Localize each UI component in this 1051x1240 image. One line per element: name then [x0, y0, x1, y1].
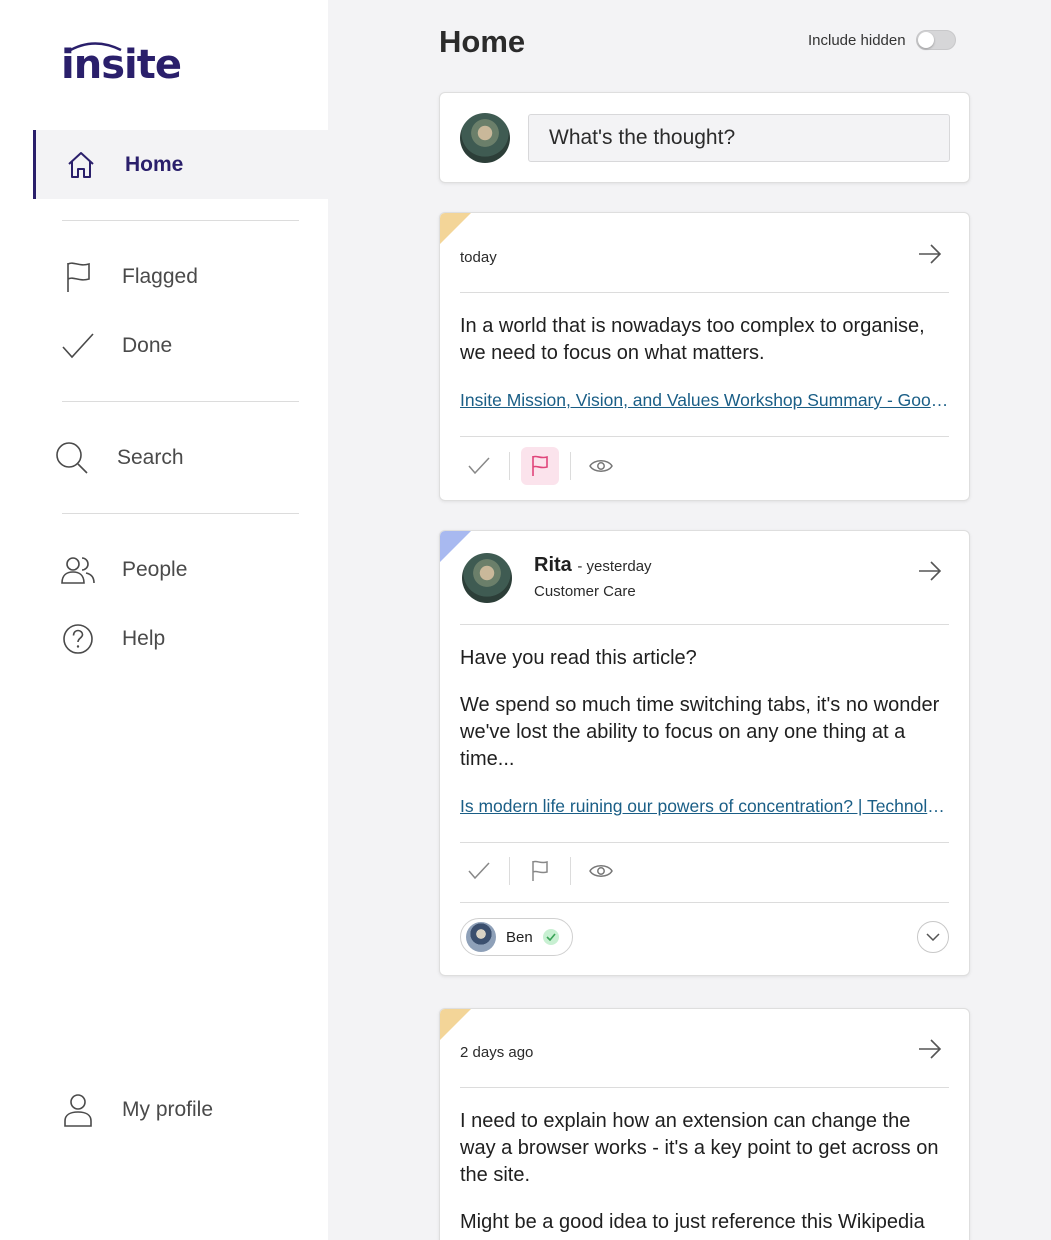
- post-card: Rita - yesterday Customer Care Have you …: [439, 530, 970, 976]
- action-separator: [509, 857, 510, 885]
- chevron-down-icon: [926, 933, 940, 941]
- toggle-knob: [917, 32, 934, 48]
- insite-logo[interactable]: insite: [61, 40, 182, 88]
- composer-card: [439, 92, 970, 183]
- sidebar-divider: [62, 220, 299, 221]
- sidebar-item-label: Flagged: [122, 264, 198, 288]
- sidebar-item-label: People: [122, 557, 188, 581]
- post-card: 2 days ago I need to explain how an exte…: [439, 1008, 970, 1240]
- people-icon: [61, 553, 95, 587]
- avatar: [460, 113, 510, 163]
- post-divider: [460, 436, 949, 437]
- sidebar-item-label: Done: [122, 333, 173, 357]
- done-check-icon: [542, 929, 559, 945]
- flag-button[interactable]: [521, 447, 559, 485]
- post-link[interactable]: Insite Mission, Vision, and Values Works…: [460, 390, 950, 411]
- post-divider: [460, 292, 949, 293]
- sidebar-item-label: Search: [117, 445, 184, 469]
- author-team: Customer Care: [534, 583, 636, 600]
- flag-icon: [61, 260, 95, 294]
- hide-button[interactable]: [582, 852, 620, 890]
- page-title: Home: [439, 24, 526, 59]
- action-separator: [509, 452, 510, 480]
- sidebar-item-label: Home: [125, 152, 184, 176]
- sidebar-item-help[interactable]: Help: [33, 604, 328, 673]
- action-separator: [570, 452, 571, 480]
- check-icon: [61, 329, 95, 363]
- mark-done-button[interactable]: [460, 447, 498, 485]
- sidebar-item-search[interactable]: Search: [33, 423, 328, 492]
- post-time: - yesterday: [577, 558, 652, 575]
- post-corner-marker: [440, 1009, 471, 1040]
- post-text: We spend so much time switching tabs, it…: [460, 694, 940, 770]
- open-post-arrow-icon[interactable]: [917, 241, 943, 267]
- post-link[interactable]: Is modern life ruining our powers of con…: [460, 796, 950, 817]
- help-icon: [61, 622, 95, 656]
- post-divider: [460, 842, 949, 843]
- sidebar-item-home[interactable]: Home: [33, 130, 328, 199]
- post-actions: [460, 446, 620, 486]
- sidebar: insite Home Flagged Done Search People H…: [0, 0, 328, 1240]
- expand-button[interactable]: [917, 921, 949, 953]
- open-post-arrow-icon[interactable]: [917, 558, 943, 584]
- post-corner-marker: [440, 531, 471, 562]
- user-icon: [61, 1093, 95, 1127]
- avatar: [466, 922, 496, 952]
- post-divider: [460, 624, 949, 625]
- sidebar-item-label: Help: [122, 626, 166, 650]
- flag-icon: [532, 860, 548, 881]
- hide-button[interactable]: [582, 447, 620, 485]
- include-hidden-control: Include hidden: [808, 30, 956, 50]
- mark-done-button[interactable]: [460, 852, 498, 890]
- search-icon: [55, 441, 89, 475]
- sidebar-divider: [62, 513, 299, 514]
- post-time: 2 days ago: [460, 1044, 534, 1061]
- eye-icon: [589, 460, 613, 472]
- flag-button[interactable]: [521, 852, 559, 890]
- include-hidden-toggle[interactable]: [915, 30, 956, 50]
- open-post-arrow-icon[interactable]: [917, 1036, 943, 1062]
- post-divider: [460, 902, 949, 903]
- post-text: Might be a good idea to just reference t…: [460, 1211, 925, 1233]
- sidebar-item-label: My profile: [122, 1097, 214, 1121]
- sidebar-item-people[interactable]: People: [33, 535, 328, 604]
- sidebar-item-my-profile[interactable]: My profile: [33, 1075, 328, 1144]
- logo-text: insite: [61, 42, 182, 88]
- check-icon: [468, 862, 490, 880]
- person-chip-ben[interactable]: Ben: [460, 918, 573, 956]
- sidebar-item-done[interactable]: Done: [33, 311, 328, 380]
- post-text: Have you read this article?: [460, 647, 697, 669]
- person-name: Ben: [506, 928, 533, 946]
- post-text: In a world that is nowadays too complex …: [460, 315, 925, 364]
- include-hidden-label: Include hidden: [808, 31, 906, 49]
- check-icon: [468, 457, 490, 475]
- sidebar-divider: [62, 401, 299, 402]
- home-icon: [64, 148, 98, 182]
- sidebar-item-flagged[interactable]: Flagged: [33, 242, 328, 311]
- post-time: today: [460, 249, 497, 266]
- flag-icon: [532, 455, 548, 476]
- author-avatar[interactable]: [462, 553, 512, 603]
- post-card: today In a world that is nowadays too co…: [439, 212, 970, 501]
- author-name[interactable]: Rita: [534, 554, 572, 576]
- author-line: Rita - yesterday: [534, 554, 652, 577]
- post-corner-marker: [440, 213, 471, 244]
- thought-input[interactable]: [528, 114, 950, 162]
- post-text: I need to explain how an extension can c…: [460, 1110, 939, 1186]
- post-divider: [460, 1087, 949, 1088]
- action-separator: [570, 857, 571, 885]
- post-actions: [460, 851, 620, 891]
- eye-icon: [589, 865, 613, 877]
